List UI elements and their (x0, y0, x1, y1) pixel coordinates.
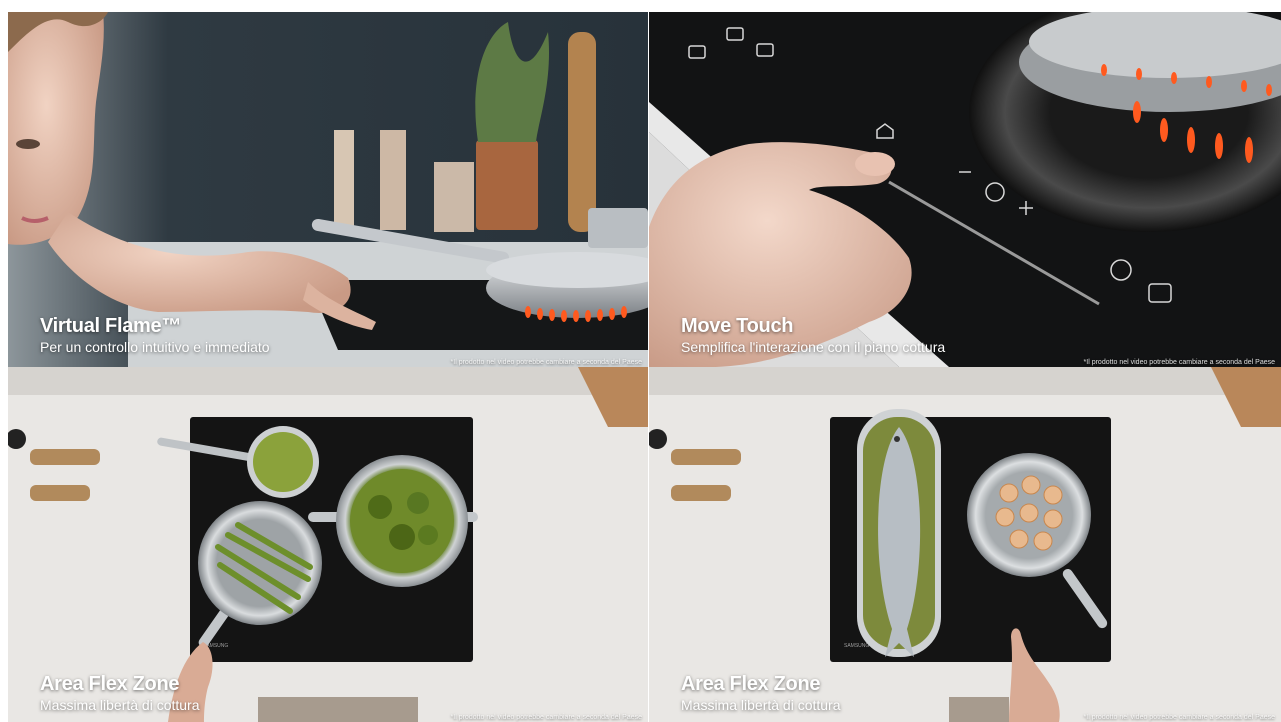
panel-subtitle: Massima libertà di cottura (681, 697, 841, 713)
disclaimer-text: *Il prodotto nel video potrebbe cambiare… (450, 359, 642, 366)
panel-subtitle: Per un controllo intuitivo e immediato (40, 339, 270, 355)
virtual-flame-scene (8, 12, 648, 367)
panel-move-touch: Move Touch Semplifica l'interazione con … (649, 12, 1281, 367)
cooktop-logo: SAMSUNG (844, 643, 869, 649)
panel-subtitle: Semplifica l'interazione con il piano co… (681, 339, 946, 355)
disclaimer-text: *Il prodotto nel video potrebbe cambiare… (1083, 714, 1275, 721)
move-touch-scene (649, 12, 1281, 367)
panel-area-flex-zone-right: SAMSUNG Area Flex Zone Massima libertà d… (649, 367, 1281, 722)
panel-title: Area Flex Zone (40, 673, 180, 695)
move-touch-caption: Move Touch Semplifica l'interazione con … (681, 315, 945, 356)
flex-zone-left-caption: Area Flex Zone Massima libertà di cottur… (40, 673, 200, 714)
flex-zone-right-caption: Area Flex Zone Massima libertà di cottur… (681, 673, 841, 714)
panel-title: Move Touch (681, 315, 794, 337)
disclaimer-text: *Il prodotto nel video potrebbe cambiare… (450, 714, 642, 721)
virtual-flame-caption: Virtual Flame™ Per un controllo intuitiv… (40, 315, 270, 356)
panel-virtual-flame: Virtual Flame™ Per un controllo intuitiv… (8, 12, 648, 367)
panel-title: Virtual Flame™ (40, 315, 182, 337)
panel-title: Area Flex Zone (681, 673, 821, 695)
flex-zone-fish-scene: SAMSUNG (649, 367, 1281, 722)
panel-subtitle: Massima libertà di cottura (40, 697, 200, 713)
disclaimer-text: *Il prodotto nel video potrebbe cambiare… (1083, 359, 1275, 366)
flex-zone-vegetables-scene: SAMSUNG (8, 367, 648, 722)
panel-area-flex-zone-left: SAMSUNG Area Flex Zone Massima libertà d… (8, 367, 648, 722)
